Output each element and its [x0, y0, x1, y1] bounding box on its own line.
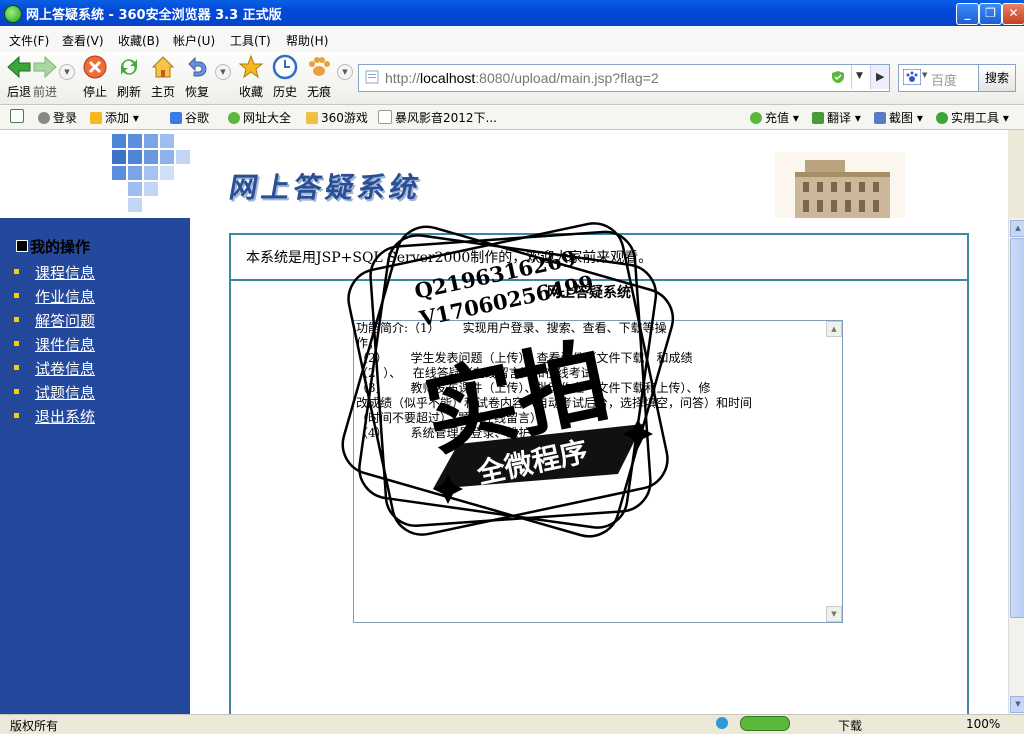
forward-button[interactable]: 前进: [30, 54, 60, 100]
history-button[interactable]: 历史: [270, 54, 300, 100]
status-text: 版权所有: [10, 719, 59, 733]
home-icon: [151, 56, 175, 78]
favorites-label: 收藏: [238, 85, 263, 99]
menu-file[interactable]: 文件(F): [9, 32, 49, 49]
games-link[interactable]: 360游戏: [306, 109, 368, 126]
minimize-button[interactable]: _: [956, 3, 979, 25]
decorative-squares: [112, 134, 190, 212]
description-textarea[interactable]: 功能简介:（1） 实现用户登录、搜索、查看、下载等操 作； （2） 学生发表问题…: [353, 320, 843, 623]
window-title: 网上答疑系统 - 360安全浏览器 3.3 正式版: [26, 8, 282, 23]
recharge-link[interactable]: 充值 ▾: [750, 109, 799, 126]
sidebar-item-courseware[interactable]: 课件信息: [14, 334, 95, 355]
browser-icon: [4, 5, 22, 23]
home-label: 主页: [150, 85, 175, 99]
building-image: [775, 152, 905, 218]
title-bar: 网上答疑系统 - 360安全浏览器 3.3 正式版 _ ❐ ✕: [0, 0, 1024, 26]
refresh-button[interactable]: 刷新: [114, 54, 144, 100]
favorites-button[interactable]: 收藏: [236, 54, 266, 100]
textarea-scroll-down-icon[interactable]: ▼: [826, 606, 842, 622]
status-bar: 版权所有 下载 100%: [0, 714, 1024, 733]
close-button[interactable]: ✕: [1002, 3, 1024, 25]
search-placeholder: 百度: [931, 74, 958, 89]
incognito-dropdown-icon[interactable]: ▼: [337, 64, 353, 80]
sidebar-item-questions[interactable]: 试题信息: [14, 382, 95, 403]
baidu-paw-icon: [903, 69, 921, 85]
tools-link[interactable]: 实用工具 ▾: [936, 109, 1009, 126]
intro-text: 本系统是用JSP+SQL Server2000制作的，欢迎大家前来观看。: [246, 250, 653, 266]
scroll-down-icon[interactable]: ▼: [1010, 696, 1024, 713]
menu-account[interactable]: 帐户(U): [173, 32, 215, 49]
stop-label: 停止: [82, 85, 107, 99]
scroll-thumb[interactable]: [1010, 238, 1024, 618]
page-icon: [365, 70, 379, 84]
paw-icon: [309, 57, 330, 76]
refresh-label: 刷新: [116, 85, 141, 99]
undo-icon: [188, 56, 207, 77]
history-label: 历史: [272, 85, 297, 99]
site-logo-text: 网上答疑系统: [226, 171, 425, 204]
stop-icon: [83, 55, 107, 79]
incognito-label: 无痕: [306, 85, 331, 99]
storm-link[interactable]: 暴风影音2012下...: [378, 109, 497, 126]
star-icon: [238, 54, 264, 79]
home-button[interactable]: 主页: [148, 54, 178, 100]
address-bar[interactable]: http://localhost:8080/upload/main.jsp?fl…: [358, 64, 890, 92]
search-engine-dropdown-icon[interactable]: ▼: [922, 71, 927, 79]
google-link[interactable]: 谷歌: [170, 109, 209, 126]
sidebar-item-answer[interactable]: 解答问题: [14, 310, 95, 331]
sidebar-item-homework[interactable]: 作业信息: [14, 286, 95, 307]
content-title: 网上答疑系统: [547, 285, 631, 301]
forward-label: 前进: [32, 85, 57, 99]
address-url: http://localhost:8080/upload/main.jsp?fl…: [385, 70, 659, 86]
go-icon[interactable]: ▶: [870, 65, 889, 89]
sidebar-item-course[interactable]: 课程信息: [14, 262, 95, 283]
menu-view[interactable]: 查看(V): [62, 32, 104, 49]
menu-favorites[interactable]: 收藏(B): [118, 32, 160, 49]
menu-marker-icon: [16, 240, 28, 252]
sites-link[interactable]: 网址大全: [228, 109, 291, 126]
incognito-button[interactable]: 无痕: [304, 54, 334, 100]
search-box[interactable]: ▼ 百度: [898, 64, 980, 92]
refresh-icon: [120, 59, 138, 75]
stop-button[interactable]: 停止: [80, 54, 110, 100]
forward-arrow-icon: [33, 55, 57, 79]
sidebar-title: 我的操作: [16, 236, 90, 257]
menu-bar: 文件(F) 查看(V) 收藏(B) 帐户(U) 工具(T) 帮助(H): [0, 26, 1024, 53]
maximize-button[interactable]: ❐: [979, 3, 1002, 25]
menu-tools[interactable]: 工具(T): [230, 32, 271, 49]
screenshot-link[interactable]: 截图 ▾: [874, 109, 923, 126]
security-shield-icon[interactable]: [831, 70, 845, 84]
back-arrow-icon: [7, 55, 31, 79]
search-button[interactable]: 搜索: [978, 64, 1016, 92]
sidebar-item-logout[interactable]: 退出系统: [14, 406, 95, 427]
address-dropdown-icon[interactable]: ▼: [851, 65, 870, 89]
history-dropdown-icon[interactable]: ▼: [59, 64, 75, 80]
restore-label: 恢复: [184, 85, 209, 99]
restore-button[interactable]: 恢复: [182, 54, 212, 100]
scroll-up-icon[interactable]: ▲: [1010, 220, 1024, 237]
clock-icon: [272, 54, 298, 80]
translate-link[interactable]: 翻译 ▾: [812, 109, 861, 126]
favorites-bar: 登录 添加 ▾ 谷歌 网址大全 360游戏 暴风影音2012下... 充值 ▾ …: [0, 105, 1024, 130]
description-text: 功能简介:（1） 实现用户登录、搜索、查看、下载等操 作； （2） 学生发表问题…: [356, 321, 753, 440]
add-favorite-link[interactable]: 添加 ▾: [90, 109, 139, 126]
sidebar-toggle-icon[interactable]: [10, 109, 27, 124]
globe-icon[interactable]: [716, 717, 728, 729]
menu-help[interactable]: 帮助(H): [286, 32, 328, 49]
restore-dropdown-icon[interactable]: ▼: [215, 64, 231, 80]
page-scrollbar[interactable]: ▲ ▼: [1008, 218, 1024, 714]
textarea-scroll-up-icon[interactable]: ▲: [826, 321, 842, 337]
login-link[interactable]: 登录: [38, 109, 77, 126]
sidebar-item-exam[interactable]: 试卷信息: [14, 358, 95, 379]
download-label[interactable]: 下载: [838, 717, 862, 734]
